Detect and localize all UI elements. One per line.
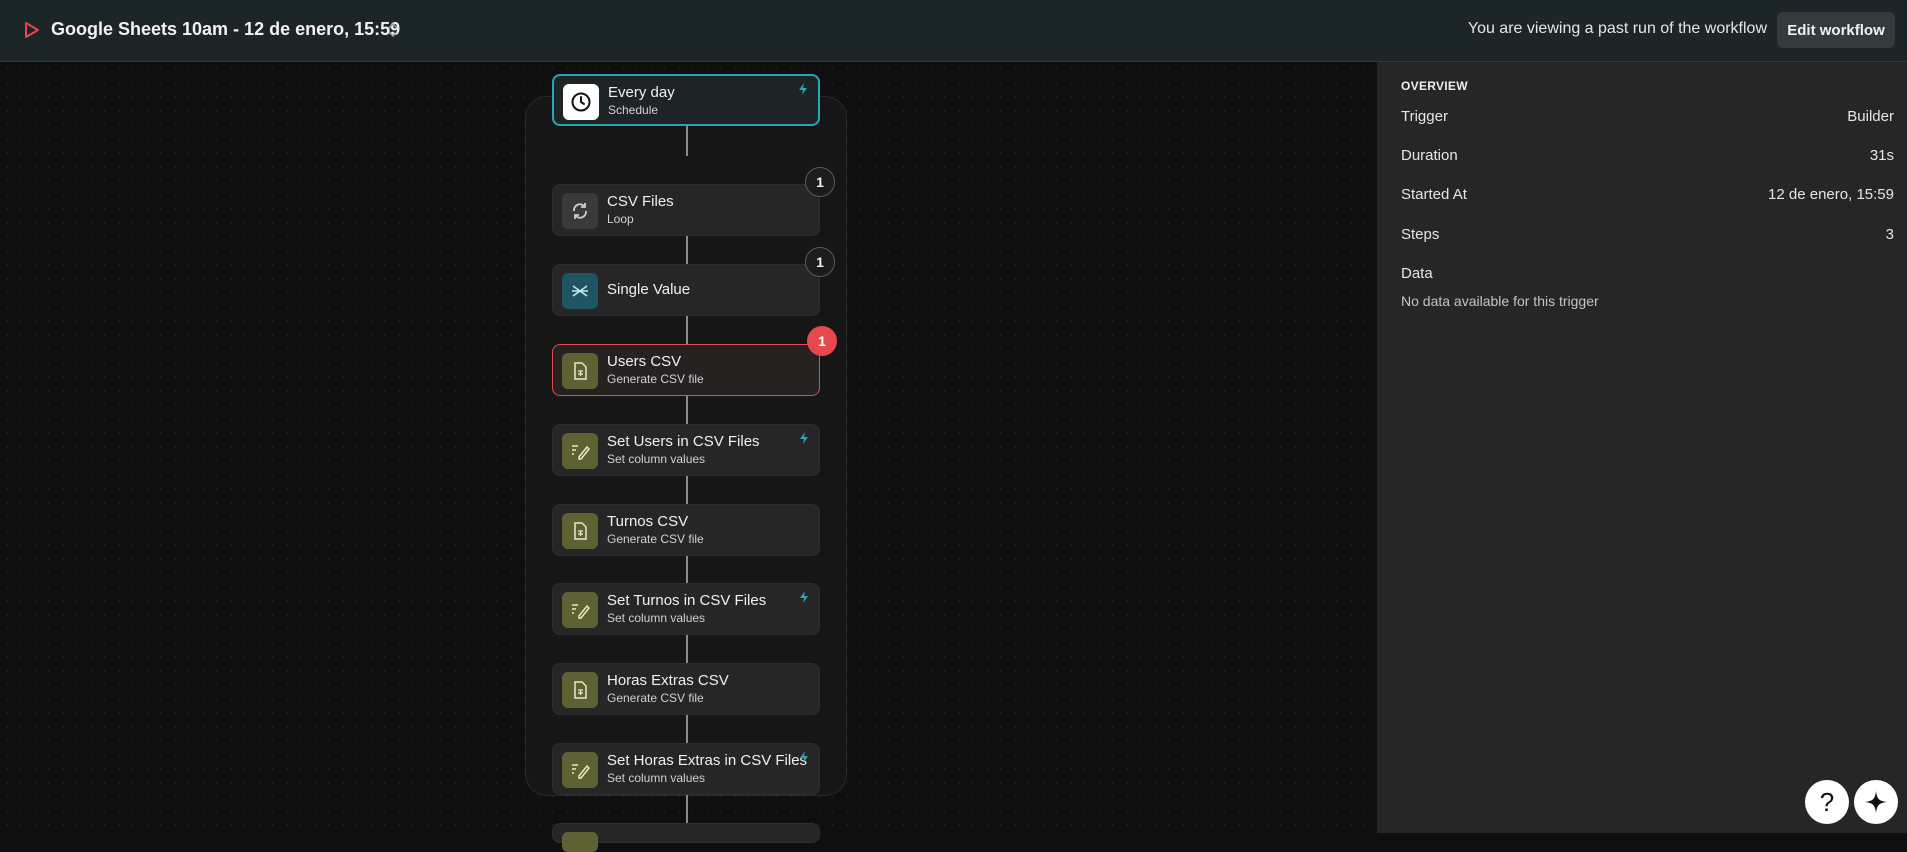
single-value-node[interactable]: Single Value bbox=[552, 264, 820, 316]
help-button[interactable]: ? bbox=[1805, 780, 1849, 824]
users-csv-node[interactable]: Users CSV Generate CSV file bbox=[552, 344, 820, 396]
connector bbox=[686, 126, 688, 156]
data-label: Data bbox=[1401, 265, 1433, 282]
error-count-badge: 1 bbox=[807, 326, 837, 356]
node-subtitle: Generate CSV file bbox=[607, 532, 704, 546]
overview-label: Steps bbox=[1401, 226, 1440, 243]
loop-node[interactable]: CSV Files Loop bbox=[552, 184, 820, 236]
node-subtitle: Loop bbox=[607, 212, 634, 226]
overview-row-trigger: Trigger Builder bbox=[1401, 108, 1894, 130]
connector bbox=[686, 715, 688, 743]
set-turnos-node[interactable]: Set Turnos in CSV Files Set column value… bbox=[552, 583, 820, 635]
overview-panel: OVERVIEW Trigger Builder Duration 31s St… bbox=[1377, 62, 1907, 833]
play-icon[interactable] bbox=[21, 20, 41, 40]
overview-row-started-at: Started At 12 de enero, 15:59 bbox=[1401, 186, 1894, 208]
run-count-badge: 1 bbox=[805, 167, 835, 197]
trigger-node[interactable]: Every day Schedule bbox=[552, 74, 820, 126]
asterisk-icon bbox=[562, 273, 598, 309]
bolt-icon bbox=[800, 591, 808, 603]
overview-value: 12 de enero, 15:59 bbox=[1768, 186, 1894, 203]
connector bbox=[686, 795, 688, 823]
turnos-csv-node[interactable]: Turnos CSV Generate CSV file bbox=[552, 504, 820, 556]
csv-file-icon bbox=[562, 672, 598, 708]
overview-row-data: Data bbox=[1401, 265, 1894, 287]
connector bbox=[686, 236, 688, 264]
run-count-badge: 1 bbox=[805, 247, 835, 277]
horas-extras-csv-node[interactable]: Horas Extras CSV Generate CSV file bbox=[552, 663, 820, 715]
node-title: Turnos CSV bbox=[607, 513, 689, 530]
node-subtitle: Set column values bbox=[607, 771, 706, 785]
chevron-up-down-icon[interactable] bbox=[385, 20, 401, 40]
node-title: CSV Files bbox=[607, 193, 674, 210]
node-title: Every day bbox=[608, 84, 675, 101]
connector bbox=[686, 635, 688, 663]
overview-value: 3 bbox=[1885, 226, 1894, 243]
top-bar: Google Sheets 10am - 12 de enero, 15:59 … bbox=[0, 0, 1907, 62]
edit-workflow-button[interactable]: Edit workflow bbox=[1777, 12, 1895, 48]
bolt-icon bbox=[799, 83, 807, 95]
node-title: Horas Extras CSV bbox=[607, 672, 729, 689]
node-subtitle: Generate CSV file bbox=[607, 372, 704, 386]
no-data-message: No data available for this trigger bbox=[1401, 293, 1599, 309]
run-title: Google Sheets 10am - 12 de enero, 15:59 bbox=[51, 19, 401, 39]
sparkle-icon bbox=[1865, 791, 1887, 813]
overview-heading: OVERVIEW bbox=[1401, 79, 1468, 93]
overview-label: Started At bbox=[1401, 186, 1467, 203]
node-title: Set Horas Extras in CSV Files bbox=[607, 752, 808, 769]
connector bbox=[686, 316, 688, 344]
edit-lines-icon bbox=[562, 592, 598, 628]
csv-file-icon bbox=[562, 353, 598, 389]
connector bbox=[686, 556, 688, 584]
csv-file-icon bbox=[562, 832, 598, 852]
node-subtitle: Set column values bbox=[607, 452, 706, 466]
node-title: Set Users in CSV Files bbox=[607, 433, 760, 450]
node-title: Single Value bbox=[607, 281, 691, 298]
overview-label: Trigger bbox=[1401, 108, 1448, 125]
edit-lines-icon bbox=[562, 752, 598, 788]
node-title: Set Turnos in CSV Files bbox=[607, 592, 767, 609]
clock-icon bbox=[563, 84, 599, 120]
overview-value: 31s bbox=[1869, 147, 1894, 164]
set-horas-extras-node[interactable]: Set Horas Extras in CSV Files Set column… bbox=[552, 743, 820, 795]
overview-label: Duration bbox=[1401, 147, 1458, 164]
overview-row-duration: Duration 31s bbox=[1401, 147, 1894, 169]
connector bbox=[686, 396, 688, 424]
node-subtitle: Schedule bbox=[608, 103, 659, 117]
assistant-button[interactable] bbox=[1854, 780, 1898, 824]
past-run-notice: You are viewing a past run of the workfl… bbox=[1467, 20, 1767, 37]
connector bbox=[686, 476, 688, 504]
bolt-icon bbox=[800, 432, 808, 444]
set-users-node[interactable]: Set Users in CSV Files Set column values bbox=[552, 424, 820, 476]
next-node-partial[interactable] bbox=[552, 823, 820, 852]
edit-lines-icon bbox=[562, 433, 598, 469]
loop-icon bbox=[562, 193, 598, 229]
node-subtitle: Set column values bbox=[607, 611, 706, 625]
overview-value: Builder bbox=[1847, 108, 1894, 125]
csv-file-icon bbox=[562, 513, 598, 549]
bolt-icon bbox=[800, 751, 808, 763]
overview-row-steps: Steps 3 bbox=[1401, 226, 1894, 248]
node-title: Users CSV bbox=[607, 353, 682, 370]
node-subtitle: Generate CSV file bbox=[607, 691, 704, 705]
